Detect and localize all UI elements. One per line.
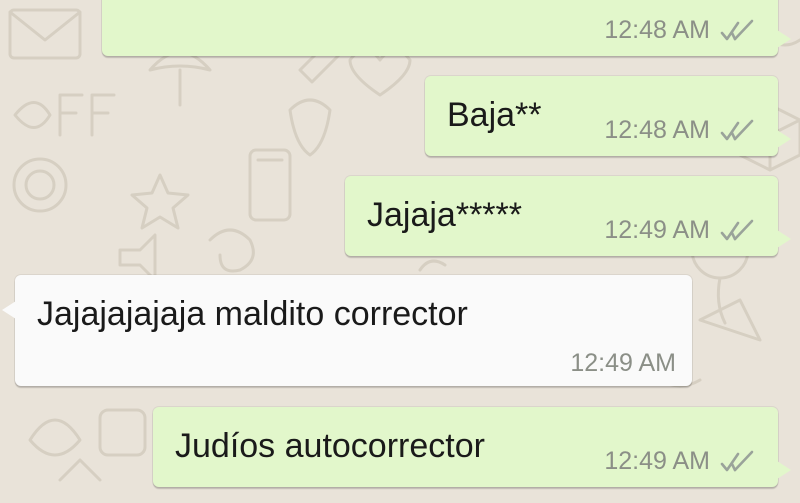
double-check-icon — [720, 19, 754, 40]
message-time: 12:49 AM — [604, 216, 710, 244]
message-time: 12:48 AM — [604, 16, 710, 44]
message-meta: 12:48 AM — [604, 18, 760, 43]
message-text: Judíos autocorrector — [175, 427, 485, 465]
message-meta: 12:48 AM — [604, 118, 760, 143]
message-time: 12:48 AM — [604, 116, 710, 144]
incoming-message-bubble[interactable]: Jajajajajaja maldito corrector 12:49 AM — [2, 275, 692, 386]
message-text: Jajajajajaja maldito corrector — [37, 295, 468, 333]
message-time: 12:49 AM — [570, 349, 676, 377]
outgoing-message-bubble[interactable]: Baja** 12:48 AM — [425, 76, 791, 156]
outgoing-message-bubble[interactable]: 12:48 AM — [102, 0, 791, 56]
outgoing-message-bubble[interactable]: Judíos autocorrector 12:49 AM — [153, 407, 791, 487]
double-check-icon — [720, 450, 754, 471]
message-meta: 12:49 AM — [604, 218, 760, 243]
double-check-icon — [720, 219, 754, 240]
double-check-icon — [720, 119, 754, 140]
outgoing-message-bubble[interactable]: Jajaja***** 12:49 AM — [345, 176, 791, 256]
message-text: Baja** — [447, 96, 542, 134]
message-meta: 12:49 AM — [570, 351, 676, 376]
message-text: Jajaja***** — [367, 196, 522, 234]
message-meta: 12:49 AM — [604, 449, 760, 474]
message-time: 12:49 AM — [604, 447, 710, 475]
